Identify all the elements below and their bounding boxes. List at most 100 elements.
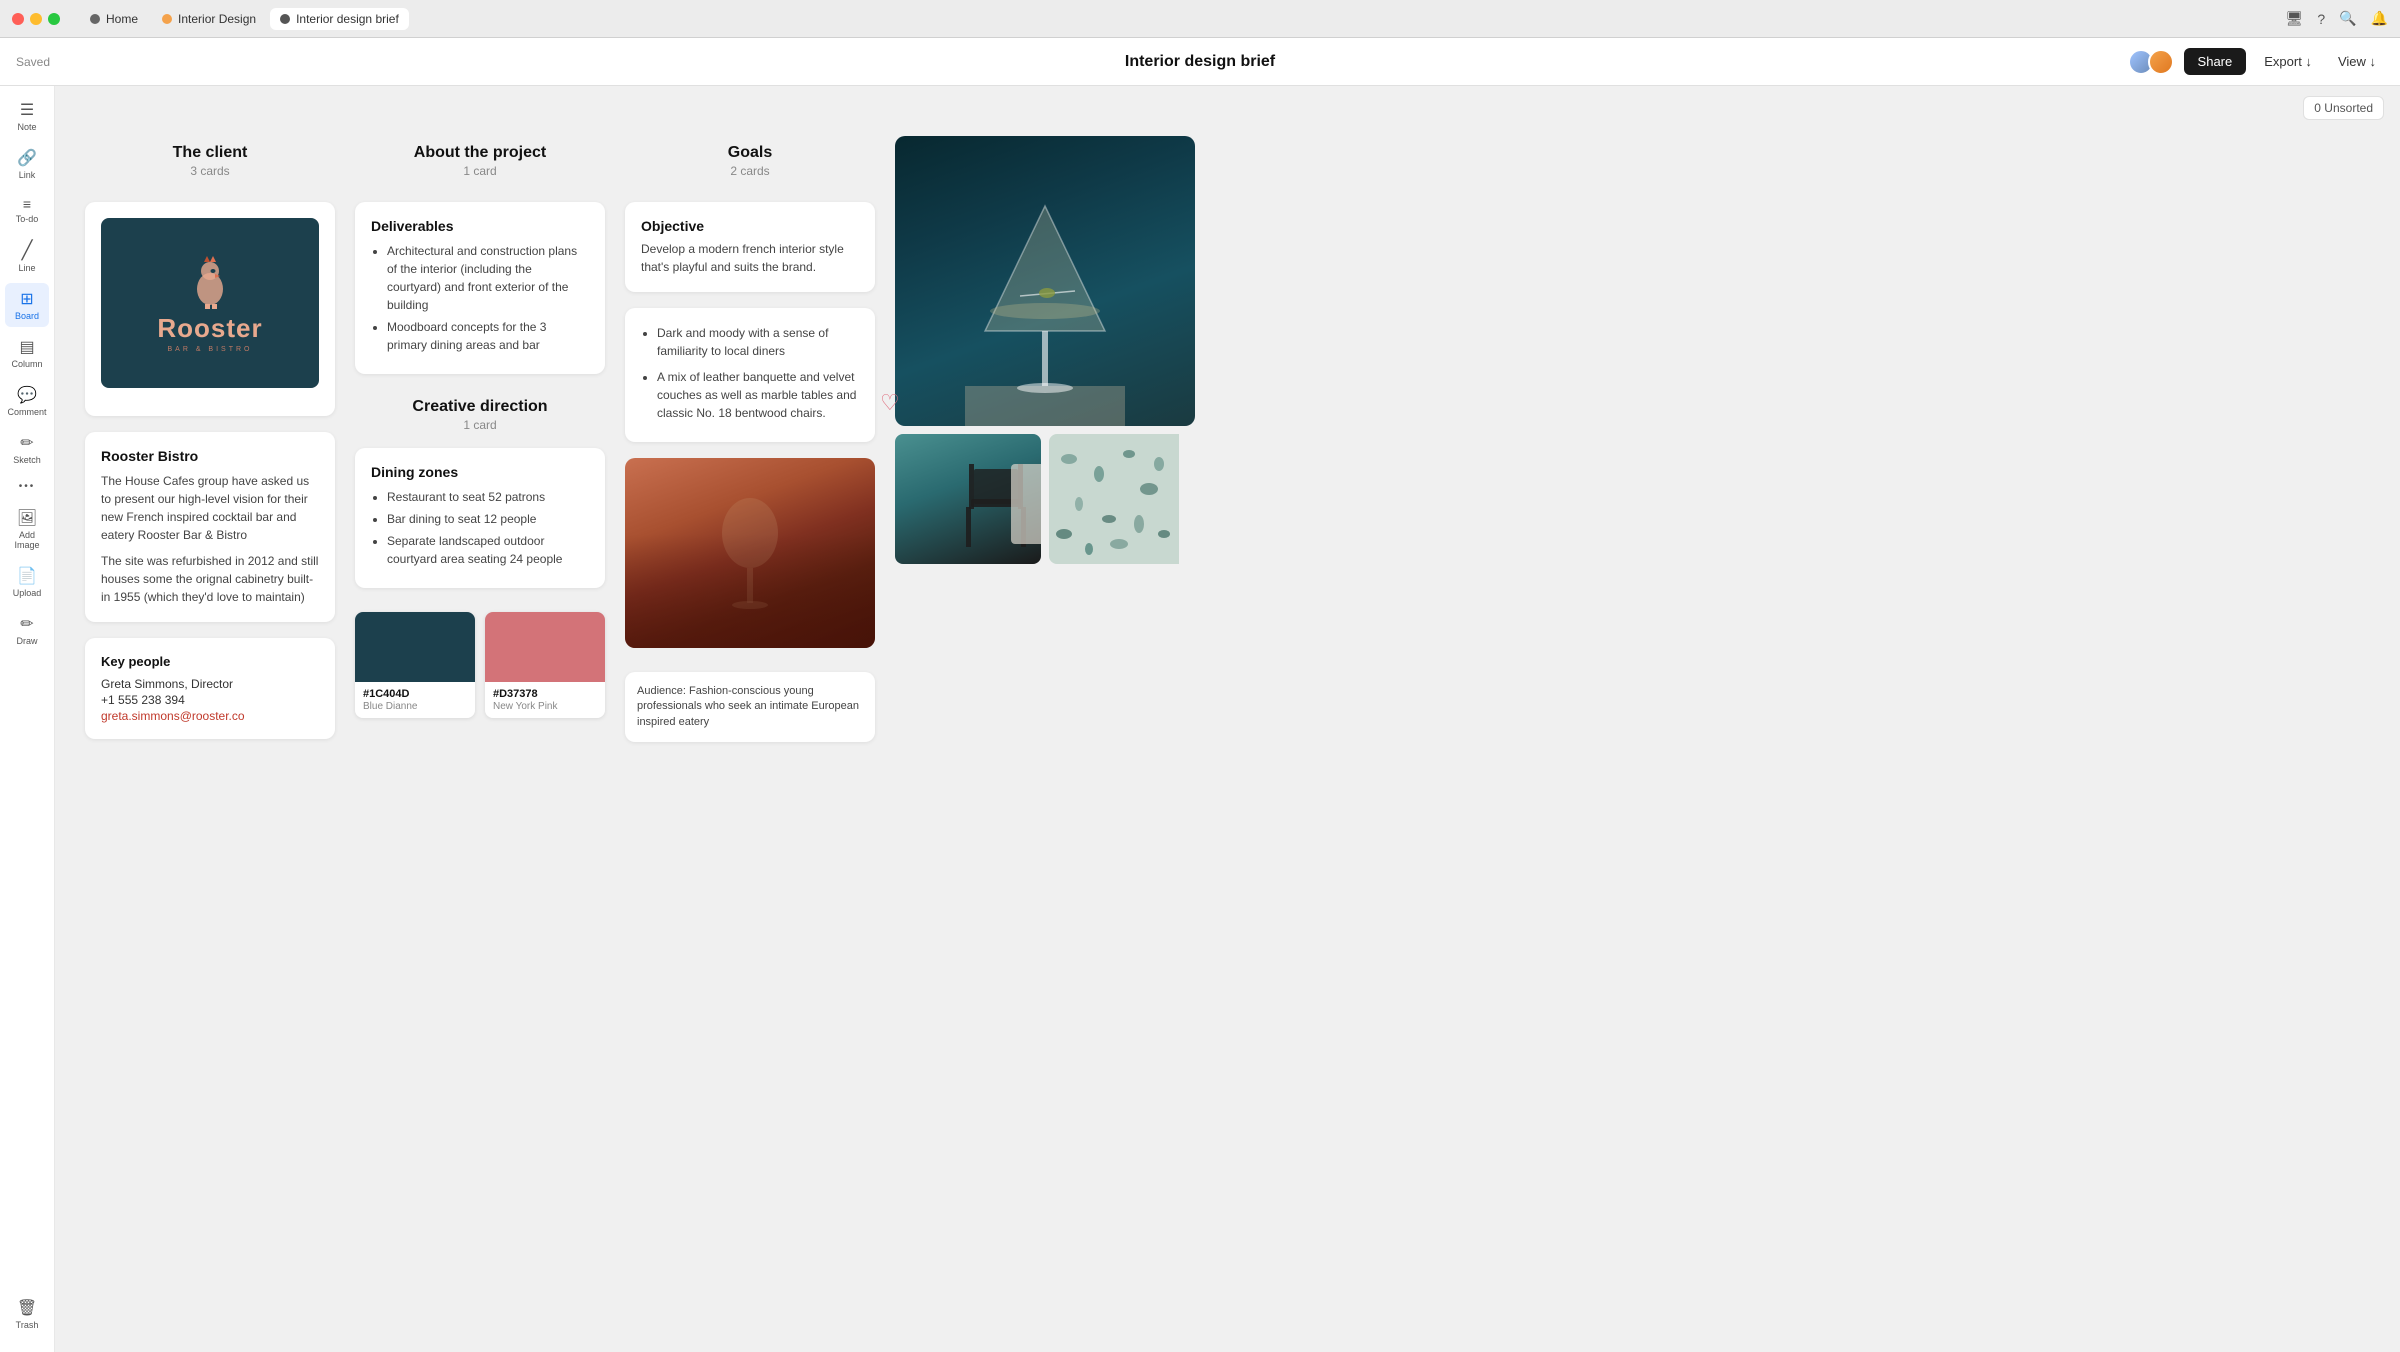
tab-brief[interactable]: Interior design brief [270,8,409,30]
sidebar-item-comment[interactable]: 💬 Comment [5,379,49,423]
rooster-logo: Rooster BAR & BISTRO [101,218,319,388]
sidebar-item-todo[interactable]: ≡ To-do [5,190,49,230]
sidebar-column-label: Column [11,359,42,369]
column-count-about: 1 card [355,164,605,178]
sidebar-item-sketch[interactable]: ✏ Sketch [5,427,49,471]
sidebar-item-add-image[interactable]: 🖼 Add Image [5,502,49,556]
export-button[interactable]: Export ↓ [2256,50,2320,73]
tab-dot-brief [280,14,290,24]
goals-item-1: Dark and moody with a sense of familiari… [657,324,859,360]
search-icon[interactable]: 🔍 [2339,10,2356,27]
sidebar-todo-label: To-do [16,214,39,224]
key-people-phone: +1 555 238 394 [101,693,319,707]
creative-direction-header: Creative direction 1 card [355,398,605,432]
swatch-blue-dianne: #1C404D Blue Dianne [355,612,475,718]
sidebar-add-image-label: Add Image [9,530,45,550]
tab-bar: Home Interior Design Interior design bri… [80,8,409,30]
share-button[interactable]: Share [2184,48,2247,75]
bell-icon[interactable]: 🔔 [2371,10,2388,27]
sidebar-trash-label: Trash [16,1320,39,1330]
sidebar: ☰ Note 🔗 Link ≡ To-do ╱ Line ⊞ Board ▤ C… [0,86,55,1352]
help-icon[interactable]: ? [2317,11,2325,27]
swatch-new-york-pink: #D37378 New York Pink [485,612,605,718]
note-icon: ☰ [20,100,34,120]
swatch-blue-info: #1C404D Blue Dianne [355,682,475,718]
add-image-icon: 🖼 [17,508,37,528]
deliverable-item-2: Moodboard concepts for the 3 primary din… [387,318,589,354]
tab-home[interactable]: Home [80,8,148,30]
color-swatches: #1C404D Blue Dianne #D37378 New York Pin… [355,612,605,718]
card-key-people: Key people Greta Simmons, Director +1 55… [85,638,335,739]
objective-text: Develop a modern french interior style t… [641,240,859,276]
saved-status: Saved [16,55,50,69]
main-layout: ☰ Note 🔗 Link ≡ To-do ╱ Line ⊞ Board ▤ C… [0,86,2400,1352]
rooster-brand-title: Rooster [157,313,262,344]
tab-interior-design[interactable]: Interior Design [152,8,266,30]
deliverables-title: Deliverables [371,218,589,234]
column-count-client: 3 cards [85,164,335,178]
key-people-email[interactable]: greta.simmons@rooster.co [101,709,319,723]
avatar-2 [2148,49,2174,75]
sidebar-sketch-label: Sketch [13,455,41,465]
sidebar-item-link[interactable]: 🔗 Link [5,142,49,186]
sidebar-item-note[interactable]: ☰ Note [5,94,49,138]
dining-item-1: Restaurant to seat 52 patrons [387,488,589,506]
minimize-button[interactable] [30,13,42,25]
card-rooster-bistro: Rooster Bistro The House Cafes group hav… [85,432,335,622]
creative-title: Creative direction [355,398,605,416]
canvas[interactable]: 0 Unsorted The client 3 cards [55,86,2400,1352]
tab-brief-label: Interior design brief [296,12,399,26]
sidebar-item-upload[interactable]: 📄 Upload [5,560,49,604]
swatch-blue-name: Blue Dianne [363,701,467,712]
dining-list: Restaurant to seat 52 patrons Bar dining… [371,488,589,568]
close-button[interactable] [12,13,24,25]
sidebar-line-label: Line [18,263,35,273]
sidebar-link-label: Link [19,170,36,180]
goals-list: Dark and moody with a sense of familiari… [641,324,859,422]
column-icon: ▤ [19,337,34,357]
sidebar-comment-label: Comment [8,407,47,417]
cocktail-glass-svg [965,166,1125,426]
key-people-name: Greta Simmons, Director [101,677,319,691]
sidebar-item-more[interactable]: ••• [5,475,49,498]
column-title-client: The client [85,144,335,162]
rooster-brand-subtitle: BAR & BISTRO [167,346,252,353]
mood-photo [625,458,875,648]
column-title-goals: Goals [625,144,875,162]
sidebar-item-trash[interactable]: 🗑 Trash [5,1292,49,1336]
traffic-lights [12,13,60,25]
sidebar-note-label: Note [17,122,36,132]
link-icon: 🔗 [17,148,37,168]
sort-bar[interactable]: 0 Unsorted [2303,96,2384,120]
card-audience: Audience: Fashion-conscious young profes… [625,672,875,742]
monitor-icon[interactable]: 🖥 [2286,10,2304,27]
sidebar-item-line[interactable]: ╱ Line [5,234,49,279]
objective-title: Objective [641,218,859,234]
moodboard: ♡ [895,136,1195,564]
swatch-blue-hex: #1C404D [363,688,467,700]
view-button[interactable]: View ↓ [2330,50,2384,73]
maximize-button[interactable] [48,13,60,25]
collaborator-avatars [2128,49,2174,75]
column-goals: Goals 2 cards Objective Develop a modern… [625,136,875,742]
photo-overlay [625,534,875,648]
heart-annotation: ♡ [880,390,900,416]
terrazzo-svg [1049,434,1179,564]
moodboard-main-image [895,136,1195,426]
sidebar-board-label: Board [15,311,39,321]
sidebar-item-column[interactable]: ▤ Column [5,331,49,375]
moodboard-terrazzo-image [1049,434,1195,564]
draw-icon: ✏ [20,614,33,634]
marble-edge [1011,464,1041,544]
audience-text: Audience: Fashion-conscious young profes… [637,684,863,730]
board-icon: ⊞ [20,289,33,309]
column-count-goals: 2 cards [625,164,875,178]
bistro-title: Rooster Bistro [101,448,319,464]
rooster-svg [185,254,235,309]
swatch-pink-color [485,612,605,682]
swatch-pink-name: New York Pink [493,701,597,712]
sidebar-item-board[interactable]: ⊞ Board [5,283,49,327]
columns-layout: The client 3 cards [85,136,2370,742]
sidebar-item-draw[interactable]: ✏ Draw [5,608,49,652]
card-logo: Rooster BAR & BISTRO [85,202,335,416]
